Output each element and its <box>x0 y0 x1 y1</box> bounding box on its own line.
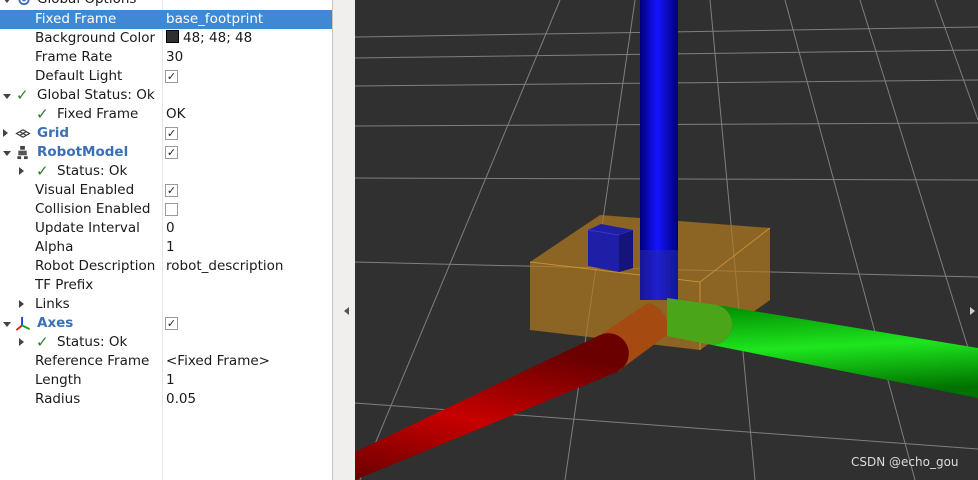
status-ok-check-icon: ✓ <box>36 162 49 180</box>
property-label: Fixed Frame <box>57 106 139 122</box>
tree-row-robot-model[interactable]: RobotModel ✓ <box>0 143 332 162</box>
background-color-text: 48; 48; 48 <box>183 30 253 46</box>
3d-viewport[interactable] <box>355 0 978 480</box>
property-label: Radius <box>35 391 81 407</box>
global-options-icon <box>18 0 30 6</box>
tree-row-alpha[interactable]: Alpha 1 <box>0 238 332 257</box>
grid-icon <box>15 129 31 138</box>
collapse-left-arrow-icon[interactable] <box>344 307 349 315</box>
tree-row-grid[interactable]: Grid ✓ <box>0 124 332 143</box>
property-label: Robot Description <box>35 258 156 274</box>
tree-row-update-interval[interactable]: Update Interval 0 <box>0 219 332 238</box>
tree-row-background-color[interactable]: Background Color 48; 48; 48 <box>0 29 332 48</box>
collapse-right-arrow-icon[interactable] <box>970 307 975 315</box>
watermark: CSDN @echo_gou <box>851 455 959 469</box>
axes-icon <box>15 316 30 331</box>
tree-label: Global Status: Ok <box>37 87 155 103</box>
tree-row-reference-frame[interactable]: Reference Frame <Fixed Frame> <box>0 352 332 371</box>
expand-arrow-icon[interactable] <box>3 94 11 99</box>
update-interval-value[interactable]: 0 <box>166 219 175 238</box>
y-axis-cylinder <box>707 305 978 398</box>
expand-arrow-icon[interactable] <box>19 338 24 346</box>
expand-arrow-icon[interactable] <box>3 322 11 327</box>
property-label: TF Prefix <box>35 277 94 293</box>
tree-label: Status: Ok <box>57 163 128 179</box>
tree-row-links[interactable]: Links <box>0 295 332 314</box>
alpha-value[interactable]: 1 <box>166 238 175 257</box>
display-name-robot-model: RobotModel <box>37 144 129 160</box>
tree-label: Status: Ok <box>57 334 128 350</box>
expand-arrow-icon[interactable] <box>3 151 11 156</box>
tree-row-frame-rate[interactable]: Frame Rate 30 <box>0 48 332 67</box>
tree-row-robot-model-status[interactable]: ✓ Status: Ok <box>0 162 332 181</box>
color-swatch <box>166 30 179 43</box>
expand-arrow-icon[interactable] <box>3 0 11 3</box>
tree-row-axes[interactable]: Axes ✓ <box>0 314 332 333</box>
property-label: Length <box>35 372 82 388</box>
property-label: Visual Enabled <box>35 182 135 198</box>
tree-label: Links <box>35 296 70 312</box>
tree-row-global-options[interactable]: Global Options <box>0 0 332 9</box>
robot-description-value[interactable]: robot_description <box>166 257 283 276</box>
robot-model-enable-checkbox[interactable]: ✓ <box>165 146 178 159</box>
scene-render <box>355 0 978 480</box>
status-ok-check-icon: ✓ <box>36 105 49 123</box>
radius-value[interactable]: 0.05 <box>166 390 196 409</box>
status-value: OK <box>166 106 186 122</box>
tree-row-default-light[interactable]: Default Light ✓ <box>0 67 332 86</box>
property-label: Alpha <box>35 239 74 255</box>
tree-row-axes-status[interactable]: ✓ Status: Ok <box>0 333 332 352</box>
robot-model-icon <box>17 145 28 160</box>
tree-label: Global Options <box>37 0 136 9</box>
tree-row-collision-enabled[interactable]: Collision Enabled <box>0 200 332 219</box>
expand-arrow-icon[interactable] <box>3 129 8 137</box>
property-label: Background Color <box>35 30 156 46</box>
tree-row-global-status[interactable]: ✓ Global Status: Ok <box>0 86 332 105</box>
status-ok-check-icon: ✓ <box>36 333 49 351</box>
expand-arrow-icon[interactable] <box>19 300 24 308</box>
collision-enabled-checkbox[interactable] <box>165 203 178 216</box>
length-value[interactable]: 1 <box>166 371 175 390</box>
tree-row-radius[interactable]: Radius 0.05 <box>0 390 332 409</box>
status-ok-check-icon: ✓ <box>16 86 29 104</box>
visual-enabled-checkbox[interactable]: ✓ <box>165 184 178 197</box>
displays-panel: Global Options Fixed Frame base_footprin… <box>0 0 333 480</box>
tree-row-length[interactable]: Length 1 <box>0 371 332 390</box>
fixed-frame-value[interactable]: base_footprint <box>166 10 263 29</box>
property-label: Collision Enabled <box>35 201 151 217</box>
panel-splitter[interactable] <box>333 0 355 480</box>
default-light-checkbox[interactable]: ✓ <box>165 70 178 83</box>
axes-enable-checkbox[interactable]: ✓ <box>165 317 178 330</box>
tree-row-status-fixed-frame[interactable]: ✓ Fixed Frame OK <box>0 105 332 124</box>
frame-rate-value[interactable]: 30 <box>166 48 183 67</box>
property-label: Update Interval <box>35 220 140 236</box>
display-name-axes: Axes <box>37 315 74 331</box>
tree-row-robot-description[interactable]: Robot Description robot_description <box>0 257 332 276</box>
tree-row-tf-prefix[interactable]: TF Prefix <box>0 276 332 295</box>
tree-row-fixed-frame[interactable]: Fixed Frame base_footprint <box>0 10 332 29</box>
property-label: Frame Rate <box>35 49 113 65</box>
x-axis-cylinder <box>355 333 629 480</box>
tree-row-visual-enabled[interactable]: Visual Enabled ✓ <box>0 181 332 200</box>
expand-arrow-icon[interactable] <box>19 167 24 175</box>
display-name-grid: Grid <box>37 125 70 141</box>
property-label: Reference Frame <box>35 353 150 369</box>
property-label: Fixed Frame <box>35 11 117 27</box>
reference-frame-value[interactable]: <Fixed Frame> <box>166 352 270 371</box>
grid-enable-checkbox[interactable]: ✓ <box>165 127 178 140</box>
background-color-value[interactable]: 48; 48; 48 <box>166 29 252 48</box>
property-label: Default Light <box>35 68 123 84</box>
